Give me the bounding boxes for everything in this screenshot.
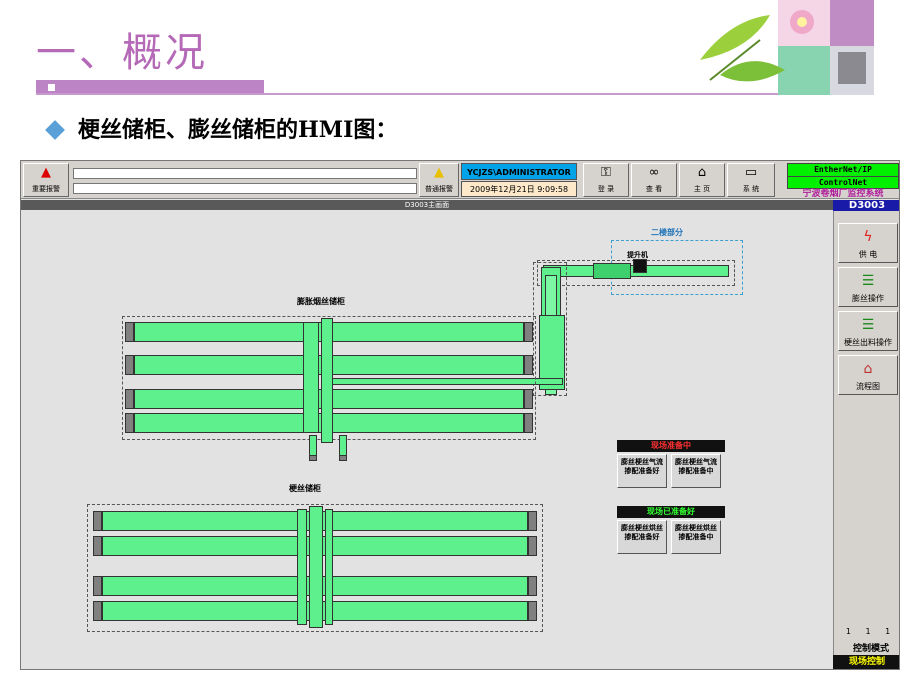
bullet-diamond-icon [45,120,65,140]
computer-icon: ▭ [744,165,758,180]
home-label: 主 页 [693,185,711,193]
flowchart-icon: ⌂ [863,361,873,377]
view-button[interactable]: ∞ 查 看 [631,163,677,197]
stem-distributor-left [297,509,307,625]
chute-cap [309,455,317,461]
lightning-icon: ϟ [863,229,873,245]
glasses-icon: ∞ [648,165,660,180]
title-bar-dot [48,84,55,91]
alarm-bell-yellow-icon: ▲ [434,165,444,180]
current-user: YCJZS\ADMINISTRATOR [461,163,577,180]
status-dry-ready[interactable]: 膨丝梗丝烘丝掺配准备好 [617,520,667,554]
title-accent-bar [36,80,264,94]
lift-conveyor [593,263,631,279]
subtitle-text: 梗丝储柜、膨丝储柜的HMI图： [78,117,398,143]
hmi-screenshot: ▲ 重要报警 ▲ 普通报警 YCJZS\ADMINISTRATOR 2009年1… [20,160,900,670]
lift-machine-icon[interactable] [633,259,647,273]
distributor-center [321,318,333,443]
endcap [528,576,537,596]
endcap [524,355,533,375]
normal-alarm-button[interactable]: ▲ 普通报警 [419,163,459,197]
distributor-left [303,322,319,433]
endcap [524,413,533,433]
endcap [125,355,134,375]
side-btn-flowchart[interactable]: ⌂ 流程图 [838,355,898,395]
endcap [93,601,102,621]
endcap [93,511,102,531]
chute-cap [339,455,347,461]
login-button[interactable]: ⚿ 登 录 [583,163,629,197]
factory-name: 宁波卷烟厂监控系统 [802,189,884,199]
side-btn-label: 膨丝操作 [852,294,884,303]
home-icon: ⌂ [697,165,707,180]
slide-subtitle: 梗丝储柜、膨丝储柜的HMI图： [44,112,397,144]
decorative-leaf-image [690,0,875,95]
status-air-preparing[interactable]: 膨丝梗丝气流掺配准备中 [671,454,721,488]
mode-numbers: 1 1 1 [845,627,897,636]
network-controlnet: ControlNet [818,178,868,187]
side-btn-label: 供 电 [858,250,878,259]
datetime-display: 2009年12月21日 9:09:58 [461,181,577,197]
status-air-ready[interactable]: 膨丝梗丝气流掺配准备好 [617,454,667,488]
endcap [528,536,537,556]
endcap [93,576,102,596]
control-mode-label: 控制模式 [852,644,889,654]
screen-title: D3003主画面 [21,200,833,210]
home-button[interactable]: ⌂ 主 页 [679,163,725,197]
control-mode-value: 现场控制 [833,655,899,669]
network-status: EntherNet/IP ControlNet [787,163,899,189]
network-ethernet: EntherNet/IP [788,164,898,177]
view-label: 查 看 [645,185,663,193]
login-label: 登 录 [597,185,615,193]
stem-distributor-center [309,506,323,628]
slide-title: 一、概况 [36,30,208,76]
chute-2 [339,435,347,457]
side-btn-expanded-op[interactable]: ☰ 膨丝操作 [838,267,898,307]
endcap [524,389,533,409]
side-btn-label: 梗丝出料操作 [844,338,892,347]
side-btn-label: 流程图 [856,382,880,391]
side-menu: ϟ 供 电 ☰ 膨丝操作 ☰ 梗丝出料操作 ⌂ 流程图 [833,211,899,669]
alarm-bell-icon: ▲ [41,165,51,180]
stem-distributor-right [325,509,333,625]
endcap [528,601,537,621]
side-btn-power[interactable]: ϟ 供 电 [838,223,898,263]
expanded-cabinet-label: 膨胀烟丝储柜 [297,297,345,306]
endcap [528,511,537,531]
side-btn-stem-output[interactable]: ☰ 梗丝出料操作 [838,311,898,351]
screen-id: D3003 [833,200,899,211]
chute-1 [309,435,317,457]
status-preparing-header: 现场准备中 [617,440,725,452]
key-icon: ⚿ [601,165,611,180]
traffic-light-icon: ☰ [861,273,875,289]
second-floor-label: 二楼部分 [651,228,683,237]
endcap [93,536,102,556]
normal-alarm-label: 普通报警 [425,185,453,193]
major-alarm-label: 重要报警 [32,185,60,193]
status-ready-header: 现场已准备好 [617,506,725,518]
endcap [125,322,134,342]
major-alarm-field[interactable] [73,168,417,179]
system-button[interactable]: ▭ 系 统 [727,163,775,197]
stem-cabinet-label: 梗丝储柜 [289,484,321,493]
system-label: 系 统 [742,185,760,193]
hmi-toolbar: ▲ 重要报警 ▲ 普通报警 YCJZS\ADMINISTRATOR 2009年1… [21,161,899,199]
major-alarm-button[interactable]: ▲ 重要报警 [23,163,69,197]
endcap [125,389,134,409]
endcap [125,413,134,433]
status-dry-preparing[interactable]: 膨丝梗丝烘丝掺配准备中 [671,520,721,554]
traffic-light-icon: ☰ [861,317,875,333]
process-diagram: 二楼部分 提升机 膨胀烟丝储柜 梗丝储柜 现场准备中 膨丝梗丝气流掺配准备好 膨… [21,210,833,669]
endcap [524,322,533,342]
major-alarm-field-2[interactable] [73,183,417,194]
